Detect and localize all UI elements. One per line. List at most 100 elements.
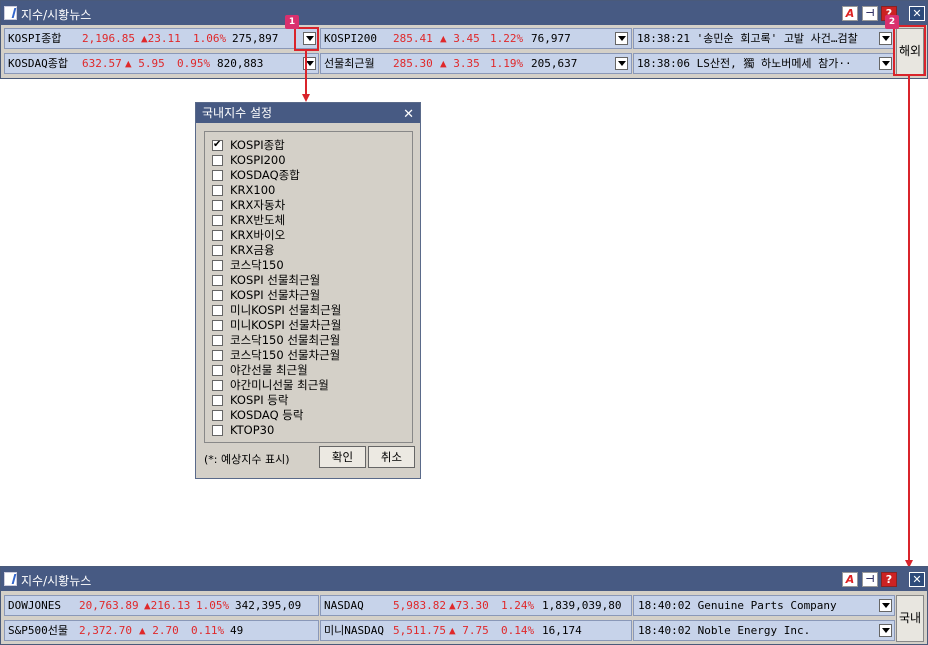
dialog-title-bar[interactable]: 국내지수 설정 ✕ bbox=[196, 103, 420, 123]
index-volume: 342,395,09 bbox=[235, 599, 302, 612]
index-volume: 205,637 bbox=[531, 57, 578, 70]
index-name: S&P500선물 bbox=[8, 624, 68, 637]
option-checkbox[interactable] bbox=[212, 155, 223, 166]
index-option[interactable]: KRX바이오 bbox=[212, 228, 407, 243]
index-change: ▲216.13 bbox=[144, 599, 191, 612]
index-cell-row2-col1[interactable]: KOSDAQ종합 632.57 ▲ 5.95 0.95% 820,883 bbox=[4, 53, 319, 74]
cancel-button[interactable]: 취소 bbox=[368, 446, 415, 468]
index-pct: 0.95% bbox=[177, 57, 211, 70]
option-checkbox[interactable] bbox=[212, 350, 223, 361]
option-checkbox[interactable] bbox=[212, 138, 223, 152]
option-checkbox[interactable] bbox=[212, 365, 223, 376]
index-option[interactable]: KOSDAQ종합 bbox=[212, 168, 407, 183]
dialog-note: (*: 예상지수 표시) bbox=[204, 453, 290, 466]
option-checkbox[interactable] bbox=[212, 425, 223, 436]
title-bar[interactable]: 지수/시황뉴스 A ⊣ ? ✕ bbox=[1, 1, 927, 25]
index-option[interactable]: 미니KOSPI 선물최근월 bbox=[212, 303, 407, 318]
chevron-down-icon[interactable] bbox=[615, 57, 628, 70]
index-name: DOWJONES bbox=[8, 599, 61, 612]
option-checkbox[interactable] bbox=[212, 320, 223, 331]
index-option[interactable]: KRX반도체 bbox=[212, 213, 407, 228]
index-option[interactable]: 미니KOSPI 선물차근월 bbox=[212, 318, 407, 333]
option-checkbox[interactable] bbox=[212, 335, 223, 346]
option-checkbox[interactable] bbox=[212, 200, 223, 211]
index-option[interactable]: KOSPI 등락 bbox=[212, 393, 407, 408]
dialog-title: 국내지수 설정 bbox=[202, 106, 273, 120]
index-option[interactable]: 야간선물 최근월 bbox=[212, 363, 407, 378]
option-checkbox[interactable] bbox=[212, 215, 223, 226]
index-option[interactable]: KRX자동차 bbox=[212, 198, 407, 213]
index-option[interactable]: 야간미니선물 최근월 bbox=[212, 378, 407, 393]
option-checkbox[interactable] bbox=[212, 380, 223, 391]
option-label: KRX금융 bbox=[230, 243, 275, 257]
index-option[interactable]: KOSPI200 bbox=[212, 153, 407, 168]
index-change: ▲ 5.95 bbox=[125, 57, 165, 70]
chevron-down-icon[interactable] bbox=[879, 57, 892, 70]
option-label: 야간미니선물 최근월 bbox=[230, 378, 329, 392]
top-index-news-window: 지수/시황뉴스 A ⊣ ? ✕ KOSPI종합 2,196.85 ▲23.11 … bbox=[0, 0, 928, 79]
pin-icon[interactable]: ⊣ bbox=[862, 572, 878, 587]
index-cell-row1-col1[interactable]: DOWJONES 20,763.89 ▲216.13 1.05% 342,395… bbox=[4, 595, 319, 616]
option-checkbox[interactable] bbox=[212, 305, 223, 316]
index-option[interactable]: KOSPI 선물최근월 bbox=[212, 273, 407, 288]
index-cell-row1-col1[interactable]: KOSPI종합 2,196.85 ▲23.11 1.06% 275,897 bbox=[4, 28, 319, 49]
option-label: 코스닥150 선물차근월 bbox=[230, 348, 341, 362]
index-option[interactable]: KOSPI종합 bbox=[212, 138, 407, 153]
font-icon[interactable]: A bbox=[842, 6, 858, 21]
bottom-index-news-window: 지수/시황뉴스 A ⊣ ? ✕ DOWJONES 20,763.89 ▲216.… bbox=[0, 566, 928, 645]
news-cell-row1[interactable]: 18:40:02 Genuine Parts Company bbox=[633, 595, 895, 616]
callout-badge-1: 1 bbox=[285, 15, 299, 29]
chevron-down-icon[interactable] bbox=[879, 599, 892, 612]
close-icon[interactable]: ✕ bbox=[909, 572, 925, 587]
option-checkbox[interactable] bbox=[212, 395, 223, 406]
help-icon[interactable]: ? bbox=[881, 572, 897, 587]
index-cell-row1-col2[interactable]: KOSPI200 285.41 ▲ 3.45 1.22% 76,977 bbox=[320, 28, 632, 49]
chevron-down-icon[interactable] bbox=[879, 32, 892, 45]
option-checkbox[interactable] bbox=[212, 290, 223, 301]
news-cell-row1[interactable]: 18:38:21 '송민순 회고록' 고발 사건…검찰 bbox=[633, 28, 895, 49]
ok-button[interactable]: 확인 bbox=[319, 446, 366, 468]
index-cell-row1-col2[interactable]: NASDAQ 5,983.82 ▲73.30 1.24% 1,839,039,8… bbox=[320, 595, 632, 616]
news-cell-row2[interactable]: 18:38:06 LS산전, 獨 하노버메세 참가·· bbox=[633, 53, 895, 74]
index-option[interactable]: KOSDAQ 등락 bbox=[212, 408, 407, 423]
option-label: KOSPI200 bbox=[230, 153, 286, 167]
news-cell-row2[interactable]: 18:40:02 Noble Energy Inc. bbox=[633, 620, 895, 641]
index-options-list: KOSPI종합KOSPI200KOSDAQ종합KRX100KRX자동차KRX반도… bbox=[204, 131, 413, 443]
option-label: KOSDAQ 등락 bbox=[230, 408, 304, 422]
index-option[interactable]: KRX100 bbox=[212, 183, 407, 198]
index-option[interactable]: 코스닥150 선물차근월 bbox=[212, 348, 407, 363]
index-cell-row2-col1[interactable]: S&P500선물 2,372.70 ▲ 2.70 0.11% 49 bbox=[4, 620, 319, 641]
window-title: 지수/시황뉴스 bbox=[21, 574, 92, 588]
index-volume: 49 bbox=[230, 624, 244, 637]
index-cell-row2-col2[interactable]: 미니NASDAQ 5,511.75 ▲ 7.75 0.14% 16,174 bbox=[320, 620, 632, 641]
option-checkbox[interactable] bbox=[212, 170, 223, 181]
chevron-down-icon[interactable] bbox=[879, 624, 892, 637]
title-bar[interactable]: 지수/시황뉴스 A ⊣ ? ✕ bbox=[1, 567, 927, 591]
chevron-down-icon[interactable] bbox=[615, 32, 628, 45]
option-label: KRX반도체 bbox=[230, 213, 286, 227]
close-icon[interactable]: ✕ bbox=[909, 6, 925, 21]
index-price: 2,372.70 bbox=[79, 624, 132, 637]
font-icon[interactable]: A bbox=[842, 572, 858, 587]
close-icon[interactable]: ✕ bbox=[403, 105, 414, 125]
option-checkbox[interactable] bbox=[212, 410, 223, 421]
index-option[interactable]: KTOP30 bbox=[212, 423, 407, 438]
index-name: 미니NASDAQ bbox=[324, 624, 384, 637]
option-checkbox[interactable] bbox=[212, 230, 223, 241]
option-checkbox[interactable] bbox=[212, 260, 223, 271]
option-checkbox[interactable] bbox=[212, 245, 223, 256]
index-cell-row2-col2[interactable]: 선물최근월 285.30 ▲ 3.35 1.19% 205,637 bbox=[320, 53, 632, 74]
index-option[interactable]: 코스닥150 선물최근월 bbox=[212, 333, 407, 348]
arrow-down-icon bbox=[302, 94, 310, 102]
option-label: 미니KOSPI 선물최근월 bbox=[230, 303, 342, 317]
option-label: KTOP30 bbox=[230, 423, 275, 437]
index-option[interactable]: KRX금융 bbox=[212, 243, 407, 258]
pin-icon[interactable]: ⊣ bbox=[862, 6, 878, 21]
domestic-button[interactable]: 국내 bbox=[896, 595, 924, 642]
index-name: 선물최근월 bbox=[324, 57, 375, 70]
option-checkbox[interactable] bbox=[212, 185, 223, 196]
index-pct: 0.14% bbox=[501, 624, 535, 637]
index-option[interactable]: KOSPI 선물차근월 bbox=[212, 288, 407, 303]
index-option[interactable]: 코스닥150 bbox=[212, 258, 407, 273]
option-checkbox[interactable] bbox=[212, 275, 223, 286]
